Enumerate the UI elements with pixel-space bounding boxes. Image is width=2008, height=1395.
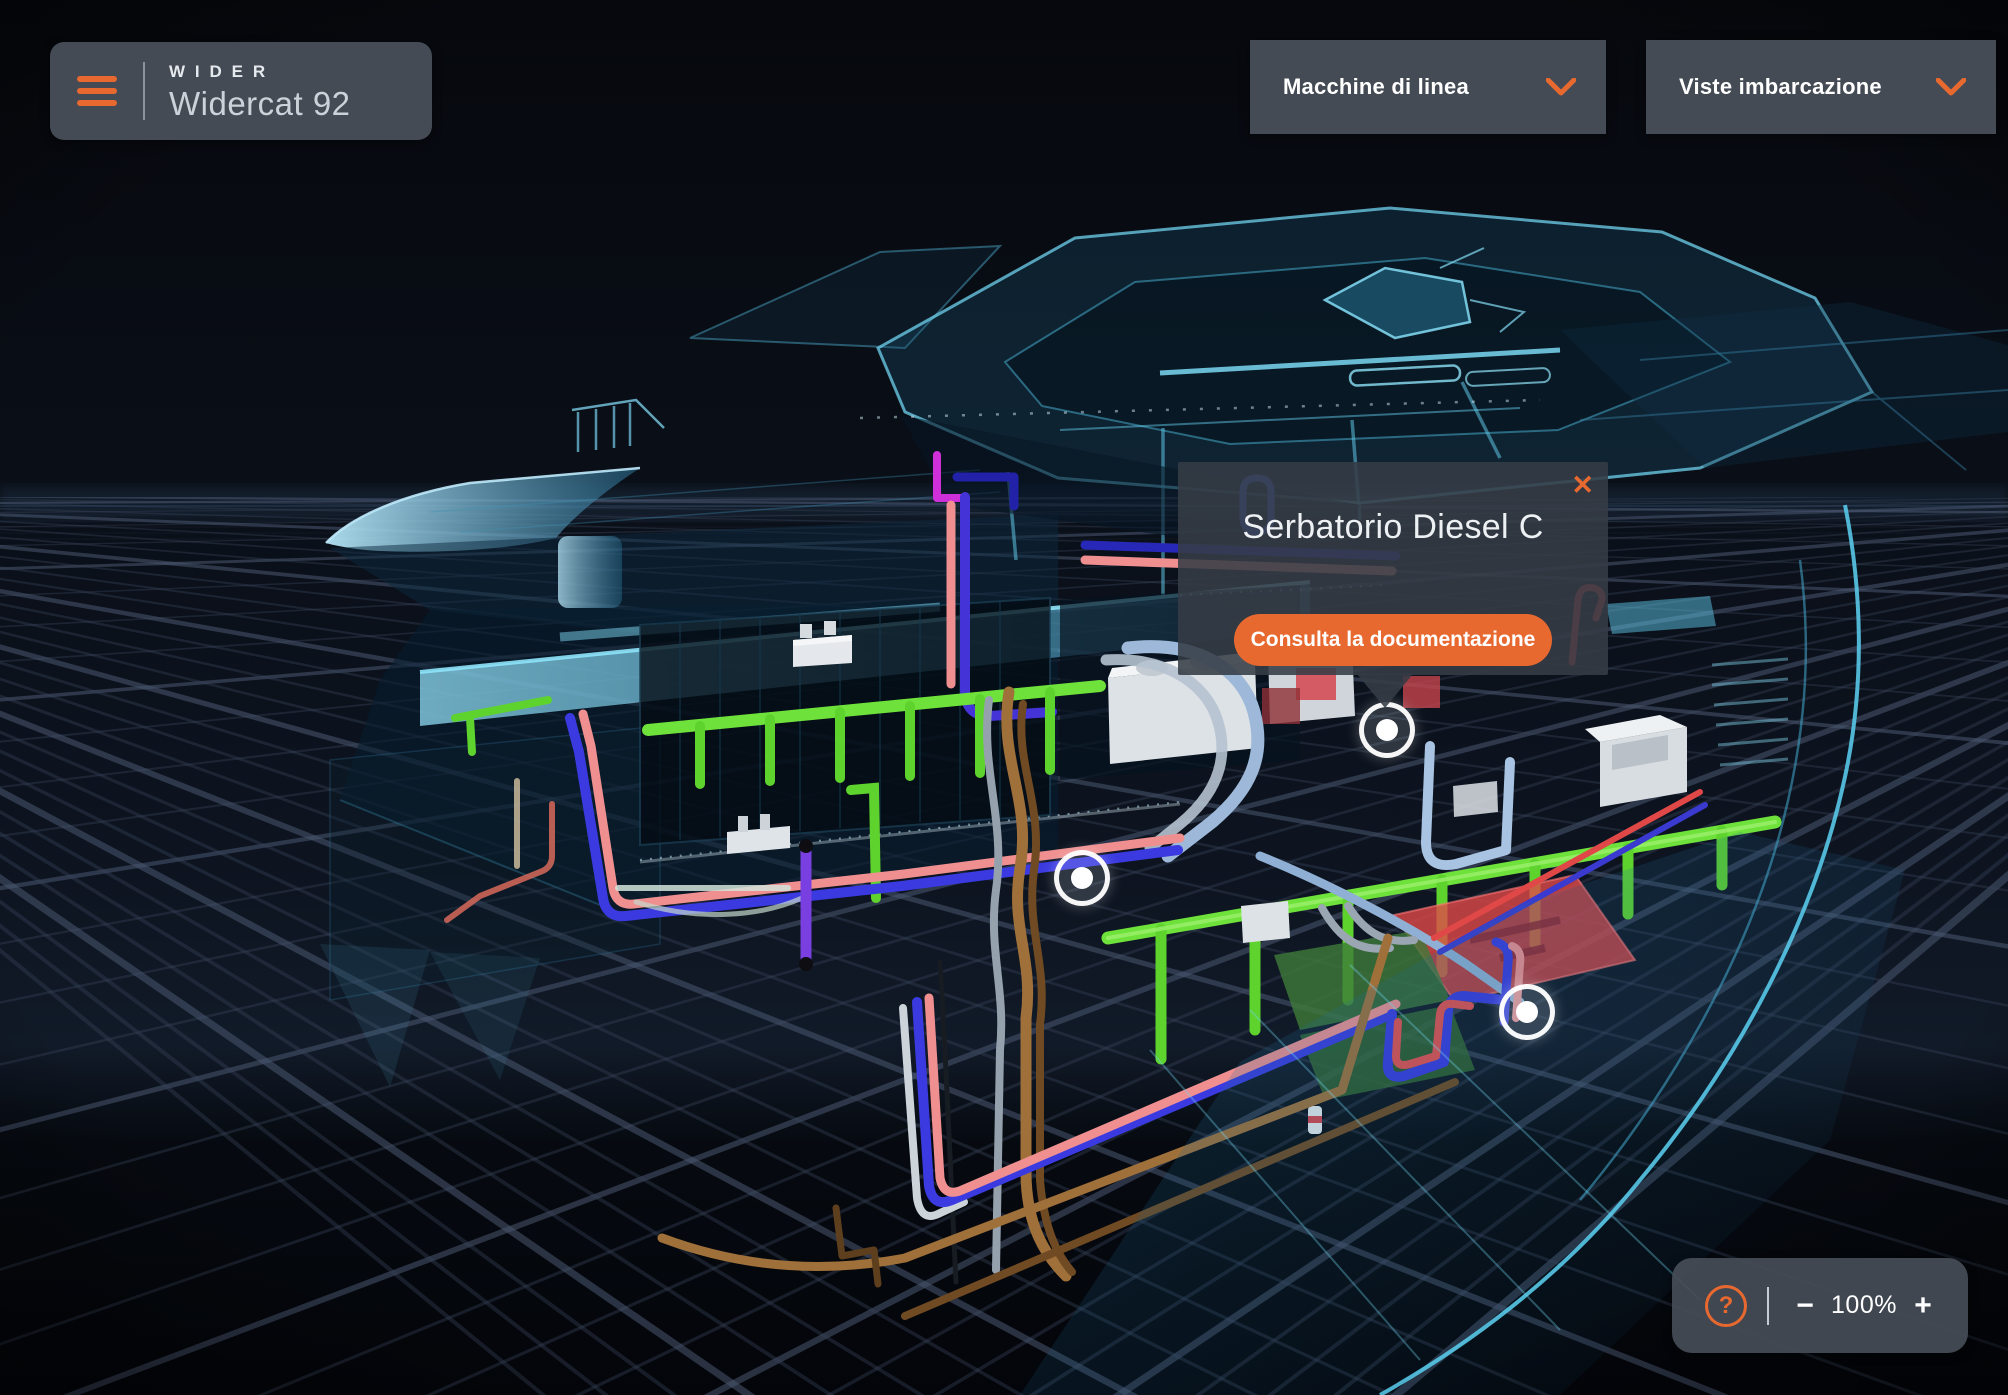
brand-card: WIDER Widercat 92 <box>50 42 432 140</box>
documentation-button[interactable]: Consulta la documentazione <box>1234 614 1552 666</box>
help-icon[interactable]: ? <box>1705 1285 1747 1327</box>
brand-wordmark: WIDER <box>169 63 351 80</box>
dropdown-machines-label: Macchine di linea <box>1283 74 1469 100</box>
dropdown-views-label: Viste imbarcazione <box>1679 74 1882 100</box>
hotspot-dot <box>1376 719 1398 741</box>
dropdown-machines[interactable]: Macchine di linea <box>1250 40 1606 134</box>
close-icon[interactable]: ✕ <box>1571 472 1594 499</box>
hotspot-marker[interactable] <box>1054 850 1110 906</box>
yacht-wireframe-render <box>0 0 2008 1395</box>
hotspot-marker[interactable] <box>1359 702 1415 758</box>
menu-hamburger-icon[interactable] <box>77 70 117 112</box>
chevron-down-icon <box>1546 78 1576 96</box>
component-popup: ✕ Serbatorio Diesel C Consulta la docume… <box>1178 462 1608 675</box>
hotspot-dot <box>1071 867 1093 889</box>
app-window: WIDER Widercat 92 Macchine di linea Vist… <box>0 0 2008 1395</box>
chevron-down-icon <box>1936 78 1966 96</box>
logo-divider <box>143 62 145 120</box>
toolbar-divider <box>1767 1287 1769 1325</box>
dropdown-views[interactable]: Viste imbarcazione <box>1646 40 1996 134</box>
hotspot-dot <box>1516 1001 1538 1023</box>
brand-model-name: Widercat 92 <box>169 87 351 120</box>
zoom-toolbar: ? − 100% + <box>1672 1258 1968 1353</box>
popup-pointer <box>1357 674 1413 708</box>
zoom-in-button[interactable]: + <box>1903 1289 1943 1323</box>
zoom-out-button[interactable]: − <box>1785 1289 1825 1323</box>
hotspot-marker[interactable] <box>1499 984 1555 1040</box>
zoom-level-value: 100% <box>1825 1291 1903 1320</box>
popup-title: Serbatorio Diesel C <box>1178 508 1608 547</box>
